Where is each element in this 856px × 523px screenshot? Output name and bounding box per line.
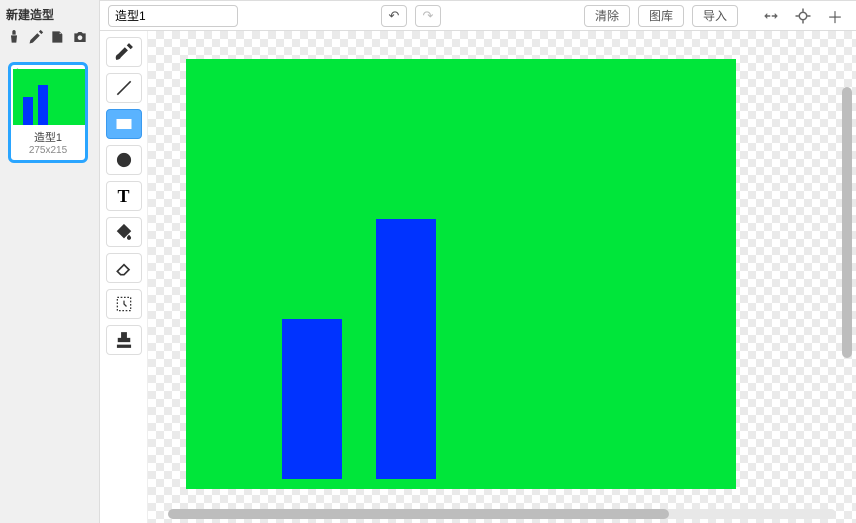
- thumb-dimensions: 275x215: [13, 145, 83, 156]
- stamp-tool[interactable]: [106, 325, 142, 355]
- costume-sidebar: 新建造型 1 造型1 275x215: [0, 0, 100, 523]
- set-center-button[interactable]: [790, 5, 816, 27]
- thumb-bar-1: [23, 97, 33, 125]
- flip-horizontal-button[interactable]: [758, 5, 784, 27]
- top-toolbar: ↶ ↷ 清除 图库 导入 ＋: [100, 1, 856, 31]
- thumb-name: 造型1: [13, 129, 83, 145]
- undo-button[interactable]: ↶: [381, 5, 407, 27]
- import-file-icon[interactable]: [50, 29, 66, 50]
- costume-thumbnail[interactable]: 1 造型1 275x215: [8, 62, 88, 163]
- thumb-bar-2: [38, 85, 48, 125]
- ellipse-tool[interactable]: [106, 145, 142, 175]
- text-tool[interactable]: T: [106, 181, 142, 211]
- right-tool-group: ＋: [758, 5, 848, 27]
- fill-tool[interactable]: [106, 217, 142, 247]
- library-button[interactable]: 图库: [638, 5, 684, 27]
- import-label: 导入: [703, 7, 727, 24]
- v-scroll-thumb[interactable]: [842, 87, 852, 358]
- thumb-preview: [13, 69, 85, 125]
- camera-icon[interactable]: [72, 29, 88, 50]
- select-tool[interactable]: [106, 289, 142, 319]
- main-panel: ↶ ↷ 清除 图库 导入 ＋: [100, 0, 856, 523]
- import-button[interactable]: 导入: [692, 5, 738, 27]
- painted-bar-1[interactable]: [282, 319, 342, 479]
- clear-label: 清除: [595, 7, 619, 24]
- redo-icon: ↷: [423, 8, 434, 24]
- app-root: 新建造型 1 造型1 275x215: [0, 0, 856, 523]
- painted-bar-2[interactable]: [376, 219, 436, 479]
- undo-icon: ↶: [389, 8, 400, 24]
- clear-button[interactable]: 清除: [584, 5, 630, 27]
- redo-button[interactable]: ↷: [415, 5, 441, 27]
- brush-new-icon[interactable]: [28, 29, 44, 50]
- add-button[interactable]: ＋: [822, 5, 848, 27]
- library-label: 图库: [649, 7, 673, 24]
- plus-icon: ＋: [827, 4, 843, 28]
- tool-palette: T: [100, 31, 148, 523]
- new-costume-icons: [0, 27, 99, 58]
- eraser-tool[interactable]: [106, 253, 142, 283]
- text-icon: T: [117, 186, 129, 207]
- flip-h-icon: [762, 9, 780, 23]
- horizontal-scrollbar[interactable]: [168, 509, 836, 519]
- brush-tool[interactable]: [106, 37, 142, 67]
- vertical-scrollbar[interactable]: [842, 51, 852, 503]
- paint-new-icon[interactable]: [6, 29, 22, 50]
- sidebar-title: 新建造型: [0, 4, 99, 27]
- canvas-viewport: [148, 31, 856, 523]
- painted-rect-bg[interactable]: [186, 59, 736, 489]
- center-icon: [794, 7, 812, 25]
- h-scroll-thumb[interactable]: [168, 509, 669, 519]
- line-tool[interactable]: [106, 73, 142, 103]
- rectangle-tool[interactable]: [106, 109, 142, 139]
- costume-name-input[interactable]: [108, 5, 238, 27]
- work-area: T: [100, 31, 856, 523]
